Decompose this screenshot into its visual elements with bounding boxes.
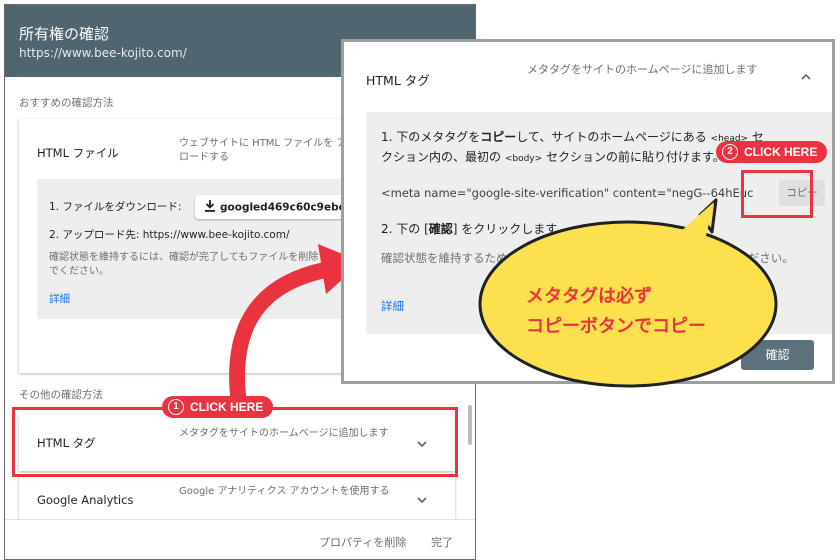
speech-bubble	[478, 198, 778, 388]
bubble-line-1: メタタグは必ず	[526, 286, 652, 307]
click-here-badge-2: 2 CLICK HERE	[716, 141, 828, 163]
click-here-badge-1: 1 CLICK HERE	[162, 396, 274, 418]
bubble-line-2: コピーボタンでコピー	[526, 316, 706, 337]
badge-number-2: 2	[722, 144, 738, 160]
badge-number-1: 1	[168, 399, 184, 415]
